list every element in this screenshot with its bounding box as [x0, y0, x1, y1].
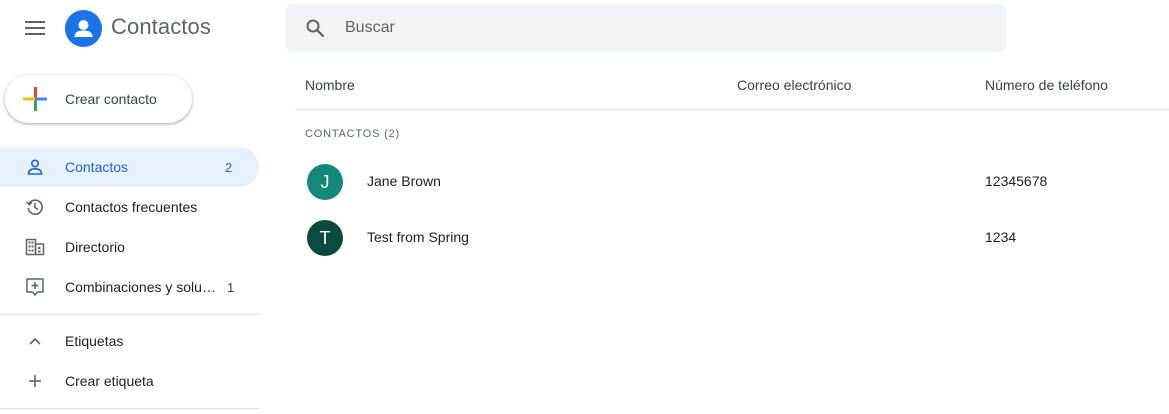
contacts-logo	[65, 10, 102, 47]
domain-icon	[24, 236, 46, 258]
create-contact-label: Crear contacto	[65, 91, 157, 107]
add-icon	[24, 370, 46, 392]
contacts-section-title: CONTACTOS (2)	[305, 128, 400, 140]
labels-section-label: Etiquetas	[65, 333, 124, 349]
sidebar-item-merge-fix[interactable]: Combinaciones y solu… 1	[0, 267, 259, 307]
contact-name: Test from Spring	[367, 229, 469, 245]
chevron-up-icon	[24, 330, 46, 352]
sidebar-item-directory[interactable]: Directorio	[0, 227, 259, 267]
contact-name: Jane Brown	[367, 173, 441, 189]
avatar: J	[307, 164, 343, 200]
merge-count: 1	[227, 279, 235, 295]
sidebar-divider	[0, 314, 259, 315]
table-row[interactable]: J Jane Brown 12345678	[295, 154, 1169, 210]
column-header-name[interactable]: Nombre	[305, 77, 355, 93]
contact-phone: 1234	[985, 229, 1017, 245]
search-icon[interactable]	[303, 16, 327, 40]
colorful-plus-icon	[23, 87, 47, 111]
hamburger-menu-icon	[25, 21, 45, 35]
search-input[interactable]	[345, 19, 945, 37]
sidebar-item-frequent[interactable]: Contactos frecuentes	[0, 187, 259, 227]
labels-section-toggle[interactable]: Etiquetas	[0, 321, 259, 361]
create-contact-button[interactable]: Crear contacto	[5, 75, 192, 123]
sidebar-item-contacts[interactable]: Contactos 2	[0, 147, 259, 187]
person-icon	[24, 156, 46, 178]
sidebar-item-label: Contactos	[65, 159, 129, 175]
sidebar-item-label: Contactos frecuentes	[65, 199, 198, 215]
contacts-logo-icon	[74, 20, 93, 37]
avatar: T	[307, 220, 343, 256]
app-title: Contactos	[111, 14, 211, 39]
create-label-button[interactable]: Crear etiqueta	[0, 361, 259, 401]
create-label-label: Crear etiqueta	[65, 373, 154, 389]
table-row[interactable]: T Test from Spring 1234	[295, 210, 1169, 266]
table-header-divider	[295, 109, 1169, 110]
merge-icon	[24, 276, 46, 298]
column-header-email[interactable]: Correo electrónico	[737, 77, 851, 93]
column-header-phone[interactable]: Número de teléfono	[985, 77, 1108, 93]
sidebar-item-label: Combinaciones y solu…	[65, 279, 216, 295]
sidebar-divider	[0, 408, 259, 409]
contacts-count: 2	[225, 159, 233, 175]
contact-phone: 12345678	[985, 173, 1048, 189]
search-bar[interactable]	[285, 4, 1007, 52]
main-menu-button[interactable]	[22, 17, 48, 39]
history-icon	[24, 196, 46, 218]
sidebar-item-label: Directorio	[65, 239, 125, 255]
